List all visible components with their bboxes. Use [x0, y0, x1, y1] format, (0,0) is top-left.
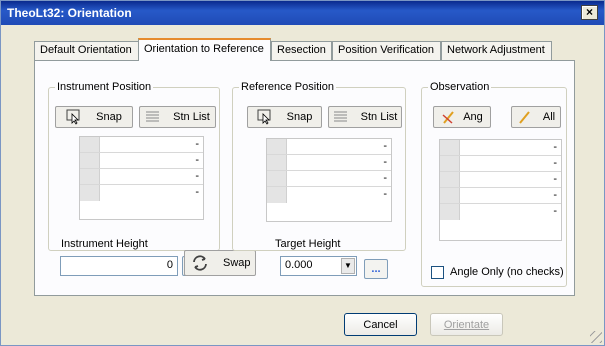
- observation-all-button[interactable]: All: [511, 106, 561, 128]
- instrument-position-grid[interactable]: - - - -: [79, 136, 204, 220]
- instrument-height-label: Instrument Height: [61, 238, 148, 250]
- instrument-snap-button[interactable]: Snap: [55, 106, 133, 128]
- reference-position-grid[interactable]: - - - -: [266, 138, 392, 222]
- table-row[interactable]: -: [440, 172, 561, 188]
- wand-icon: [441, 109, 457, 125]
- observation-all-label: All: [542, 111, 556, 123]
- instrument-height-input[interactable]: 0: [60, 256, 178, 276]
- tab-resection[interactable]: Resection: [271, 41, 332, 60]
- reference-stn-list-label: Stn List: [360, 111, 398, 123]
- table-row[interactable]: -: [267, 139, 391, 155]
- orientation-dialog: TheoLt32: Orientation × Default Orientat…: [0, 0, 605, 346]
- window-title: TheoLt32: Orientation: [7, 6, 132, 20]
- close-button[interactable]: ×: [581, 5, 598, 20]
- table-row[interactable]: -: [80, 137, 203, 153]
- table-row[interactable]: -: [267, 187, 391, 203]
- tab-panel: Instrument Position Snap Stn List - - - …: [34, 60, 575, 296]
- observation-grid[interactable]: - - - - -: [439, 139, 562, 241]
- angle-only-label: Angle Only (no checks): [450, 266, 564, 278]
- instrument-position-label: Instrument Position: [55, 81, 154, 93]
- table-row[interactable]: -: [440, 140, 561, 156]
- cancel-button[interactable]: Cancel: [344, 313, 417, 336]
- reference-snap-label: Snap: [286, 111, 313, 123]
- instrument-snap-label: Snap: [96, 111, 122, 123]
- swap-label: Swap: [223, 257, 251, 269]
- instrument-stn-list-label: Stn List: [173, 111, 210, 123]
- observation-ang-button[interactable]: Ang: [433, 106, 491, 128]
- table-row[interactable]: -: [80, 185, 203, 201]
- table-row[interactable]: -: [80, 153, 203, 169]
- cursor-select-icon: [257, 109, 273, 125]
- dropdown-arrow-icon[interactable]: ▼: [341, 258, 355, 274]
- tab-network-adjustment[interactable]: Network Adjustment: [441, 41, 552, 60]
- wand-icon: [517, 109, 533, 125]
- swap-button[interactable]: Swap: [184, 250, 256, 276]
- title-bar[interactable]: TheoLt32: Orientation ×: [1, 1, 604, 25]
- observation-label: Observation: [428, 81, 492, 93]
- table-row[interactable]: -: [80, 169, 203, 185]
- swap-arrows-icon: [191, 254, 209, 272]
- orientate-button[interactable]: Orientate: [430, 313, 503, 336]
- table-row[interactable]: -: [267, 155, 391, 171]
- list-icon: [145, 109, 161, 125]
- reference-position-label: Reference Position: [239, 81, 336, 93]
- tab-position-verification[interactable]: Position Verification: [332, 41, 441, 60]
- reference-stn-list-button[interactable]: Stn List: [328, 106, 402, 128]
- table-row[interactable]: -: [267, 171, 391, 187]
- target-height-combobox[interactable]: 0.000 ▼: [280, 256, 357, 276]
- table-row[interactable]: -: [440, 188, 561, 204]
- observation-ang-label: Ang: [463, 111, 483, 123]
- target-height-browse-button[interactable]: ...: [364, 259, 388, 279]
- target-height-value: 0.000: [285, 259, 313, 271]
- tab-orientation-to-reference[interactable]: Orientation to Reference: [138, 38, 271, 61]
- angle-only-checkbox[interactable]: [431, 266, 444, 279]
- table-row[interactable]: -: [440, 204, 561, 220]
- reference-snap-button[interactable]: Snap: [247, 106, 322, 128]
- target-height-label: Target Height: [275, 238, 341, 250]
- instrument-stn-list-button[interactable]: Stn List: [139, 106, 216, 128]
- tab-default-orientation[interactable]: Default Orientation: [34, 41, 139, 60]
- table-row[interactable]: -: [440, 156, 561, 172]
- cursor-select-icon: [66, 109, 82, 125]
- resize-grip-icon[interactable]: [590, 331, 602, 343]
- list-icon: [333, 109, 349, 125]
